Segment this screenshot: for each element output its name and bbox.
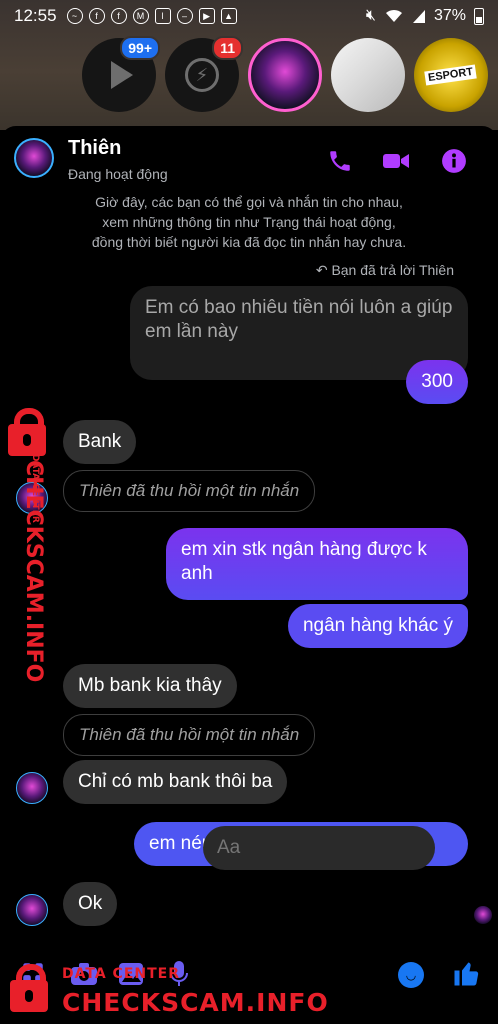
esport-chat-head[interactable]: ESPORT: [414, 38, 488, 112]
chat-heads: 99+ ⚡︎ 11 ESPORT: [82, 36, 488, 112]
chat-intro-text: Giờ đây, các bạn có thể gọi và nhắn tin …: [0, 192, 498, 252]
thien-chat-head[interactable]: [248, 38, 322, 112]
message-input[interactable]: [203, 826, 435, 870]
messenger-icon: ⚡︎: [185, 58, 219, 92]
reply-icon: ↶: [315, 262, 332, 278]
youtube-icon: ▶: [198, 8, 215, 24]
watermark-lock-icon: [8, 408, 46, 456]
esport-logo-text: ESPORT: [424, 64, 478, 86]
wifi-icon: [385, 9, 402, 22]
thumbs-up-icon[interactable]: [452, 958, 482, 988]
intro-line: Giờ đây, các bạn có thể gọi và nhắn tin …: [95, 194, 403, 210]
incoming-message[interactable]: Chỉ có mb bank thôi ba: [63, 760, 288, 804]
facebook-icon: f: [88, 8, 105, 24]
reply-note-text: Bạn đã trả lời Thiên: [331, 262, 454, 278]
messenger-chat-head[interactable]: ⚡︎ 11: [165, 36, 243, 112]
signal-icon: [412, 10, 425, 23]
intro-line: xem những thông tin như Trạng thái hoạt …: [102, 214, 396, 230]
contact-name[interactable]: Thiên: [68, 137, 121, 160]
play-icon: [111, 61, 133, 89]
outgoing-message[interactable]: 300: [406, 360, 468, 404]
gmail-icon: M: [132, 8, 149, 24]
notification-icons: ~ f f M l – ▶ ▲: [66, 8, 237, 24]
contact-status: Đang hoạt động: [68, 166, 168, 182]
outgoing-message[interactable]: ngân hàng khác ý: [287, 604, 468, 648]
chat-header: Thiên Đang hoạt động: [0, 126, 498, 190]
emoji-icon[interactable]: ◡: [398, 962, 424, 988]
status-right: 🔇︎ 37%: [366, 7, 484, 25]
watermark-bottom-sub: DATA CENTER: [62, 966, 180, 982]
status-time: 12:55: [14, 6, 57, 25]
watermark-bottom-brand: CHECKSCAM.INFO: [62, 988, 329, 1017]
video-call-icon[interactable]: [382, 148, 410, 174]
watermark-side-sub: DATA CENTER: [30, 454, 40, 523]
facebook-icon: f: [110, 8, 127, 24]
battery-percent: 37%: [433, 7, 466, 24]
unread-badge: 99+: [120, 36, 160, 60]
video-chat-head[interactable]: 99+: [82, 36, 160, 112]
contact-avatar[interactable]: [14, 138, 54, 178]
incoming-message[interactable]: Ok: [63, 882, 118, 926]
unread-badge: 11: [212, 36, 243, 60]
seen-indicator-avatar: [474, 906, 492, 924]
info-icon[interactable]: [440, 148, 468, 174]
incoming-message[interactable]: Bank: [63, 420, 137, 464]
lozi-icon: l: [154, 8, 171, 24]
battery-icon: [474, 7, 484, 25]
minus-icon: –: [176, 8, 193, 24]
status-bar: 12:55 ~ f f M l – ▶ ▲ 🔇︎ 37%: [0, 0, 498, 32]
sender-avatar[interactable]: [16, 894, 48, 926]
recalled-message: Thiên đã thu hồi một tin nhắn: [63, 470, 316, 512]
outgoing-message[interactable]: em xin stk ngân hàng được k anh: [166, 528, 468, 600]
reply-note: ↶ Bạn đã trả lời Thiên: [316, 262, 454, 279]
image-icon: ▲: [220, 8, 237, 24]
watermark-lock-icon: [10, 964, 48, 1012]
chat-panel: Thiên Đang hoạt động Giờ đây, các bạn có…: [0, 126, 498, 1024]
mute-icon: 🔇︎: [365, 7, 376, 24]
incoming-message[interactable]: Mb bank kia thây: [63, 664, 237, 708]
photo-collage-chat-head[interactable]: [331, 38, 405, 112]
sender-avatar[interactable]: [16, 772, 48, 804]
messenger-icon: ~: [66, 8, 83, 24]
phone-call-icon[interactable]: [326, 148, 354, 174]
recalled-message: Thiên đã thu hồi một tin nhắn: [63, 714, 316, 756]
intro-line: đồng thời biết người kia đã đọc tin nhắn…: [91, 234, 407, 250]
